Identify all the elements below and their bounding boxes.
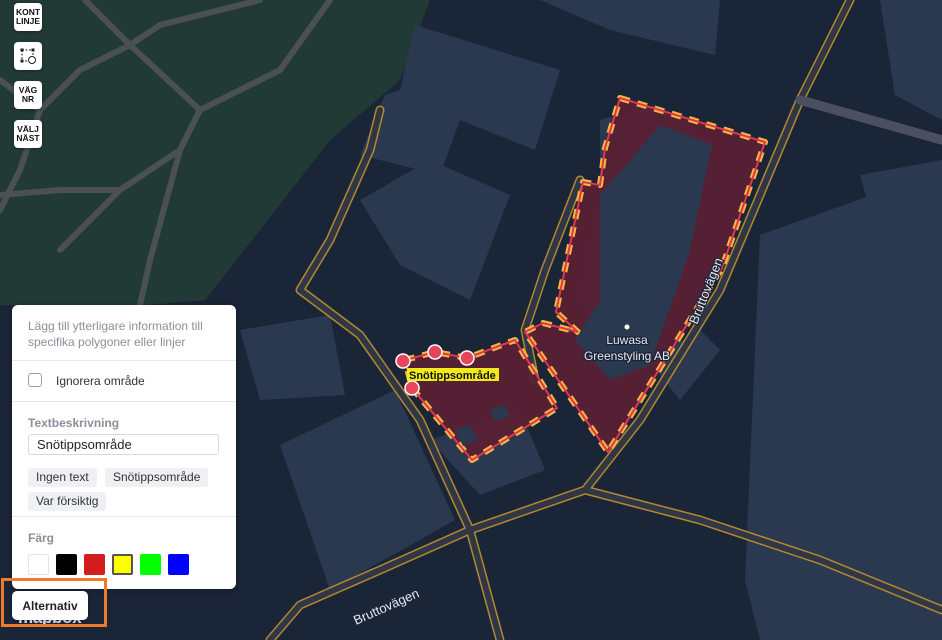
poi-label-line1: Luwasa [606, 333, 648, 347]
polygon-label: Snötippsområde [409, 370, 496, 382]
poi-marker [624, 324, 630, 330]
text-description-input[interactable]: Snötippsområde [28, 434, 219, 455]
polygon-edit-icon [20, 48, 36, 64]
text-section-title: Textbeskrivning [28, 416, 120, 430]
divider [12, 401, 236, 402]
vertex-handle[interactable] [395, 353, 411, 369]
vertex-handle[interactable] [427, 344, 443, 360]
panel-intro-text: Lägg till ytterligare information till s… [28, 319, 203, 349]
color-swatch-green[interactable] [140, 554, 161, 575]
color-swatch-black[interactable] [56, 554, 77, 575]
divider [12, 516, 236, 517]
kont-linje-label: KONT LINJE [15, 7, 41, 26]
preset-chip-snotippsomrade[interactable]: Snötippsområde [105, 468, 209, 487]
color-swatch-yellow[interactable] [112, 554, 133, 575]
ignore-area-checkbox[interactable] [28, 373, 42, 387]
color-swatch-blue[interactable] [168, 554, 189, 575]
color-swatch-white[interactable] [28, 554, 49, 575]
polygon-properties-panel: Lägg till ytterligare information till s… [12, 305, 236, 589]
alternatives-button[interactable]: Alternativ [12, 591, 88, 620]
color-swatch-red[interactable] [84, 554, 105, 575]
valj-nast-label: VÄLJ NÄST [16, 124, 40, 143]
preset-chip-ingen-text[interactable]: Ingen text [28, 468, 97, 487]
poi-label-line2: Greenstyling AB [584, 349, 670, 363]
valj-nast-button[interactable]: VÄLJ NÄST [14, 120, 42, 148]
color-section-title: Färg [28, 531, 55, 545]
ignore-area-label[interactable]: Ignorera område [56, 374, 145, 388]
polygon-edit-button[interactable] [14, 42, 42, 70]
divider [12, 360, 236, 361]
preset-chip-var-forsiktig[interactable]: Var försiktig [28, 492, 107, 511]
vertex-handle[interactable] [404, 380, 420, 396]
vag-nr-button[interactable]: VÄG NR [14, 81, 42, 109]
vag-nr-label: VÄG NR [18, 85, 38, 104]
vertex-handle[interactable] [459, 350, 475, 366]
kont-linje-button[interactable]: KONT LINJE [14, 3, 42, 31]
